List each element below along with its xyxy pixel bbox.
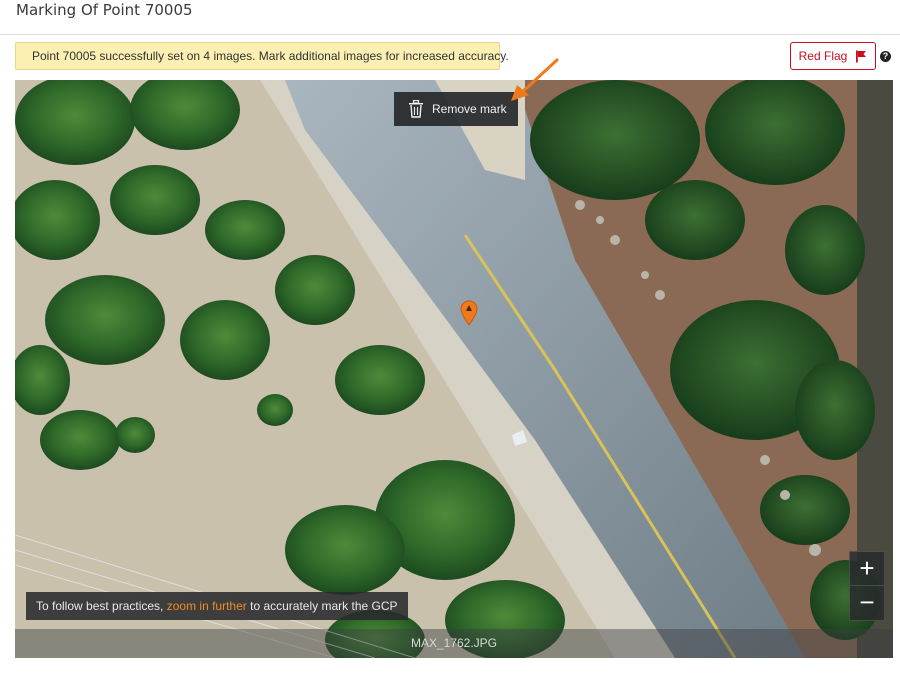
image-viewer[interactable]: Remove mark + − To follow best practices… (15, 80, 893, 658)
hint-prefix: To follow best practices, (36, 599, 167, 613)
flag-icon (856, 50, 867, 62)
question-circle-icon[interactable]: ? (880, 51, 891, 62)
success-banner: Point 70005 successfully set on 4 images… (15, 42, 509, 70)
hint-suffix: to accurately mark the GCP (246, 599, 398, 613)
zoom-out-button[interactable]: − (849, 585, 885, 621)
red-flag-button[interactable]: Red Flag (790, 42, 876, 70)
title-divider (0, 34, 900, 35)
image-filename: MAX_1762.JPG (15, 629, 893, 658)
marking-page: Marking Of Point 70005 Point 70005 succe… (0, 0, 900, 673)
annotation-arrow-icon (511, 58, 559, 101)
page-title: Marking Of Point 70005 (16, 1, 193, 19)
red-flag-label: Red Flag (798, 49, 848, 63)
map-pin-icon[interactable] (460, 300, 478, 326)
best-practice-hint: To follow best practices, zoom in furthe… (26, 592, 408, 620)
hint-zoom-link: zoom in further (166, 599, 247, 613)
zoom-in-button[interactable]: + (849, 551, 885, 587)
remove-mark-label: Remove mark (432, 102, 507, 116)
trash-icon (409, 100, 423, 118)
remove-mark-button[interactable]: Remove mark (394, 92, 518, 126)
aerial-photo (15, 80, 893, 658)
